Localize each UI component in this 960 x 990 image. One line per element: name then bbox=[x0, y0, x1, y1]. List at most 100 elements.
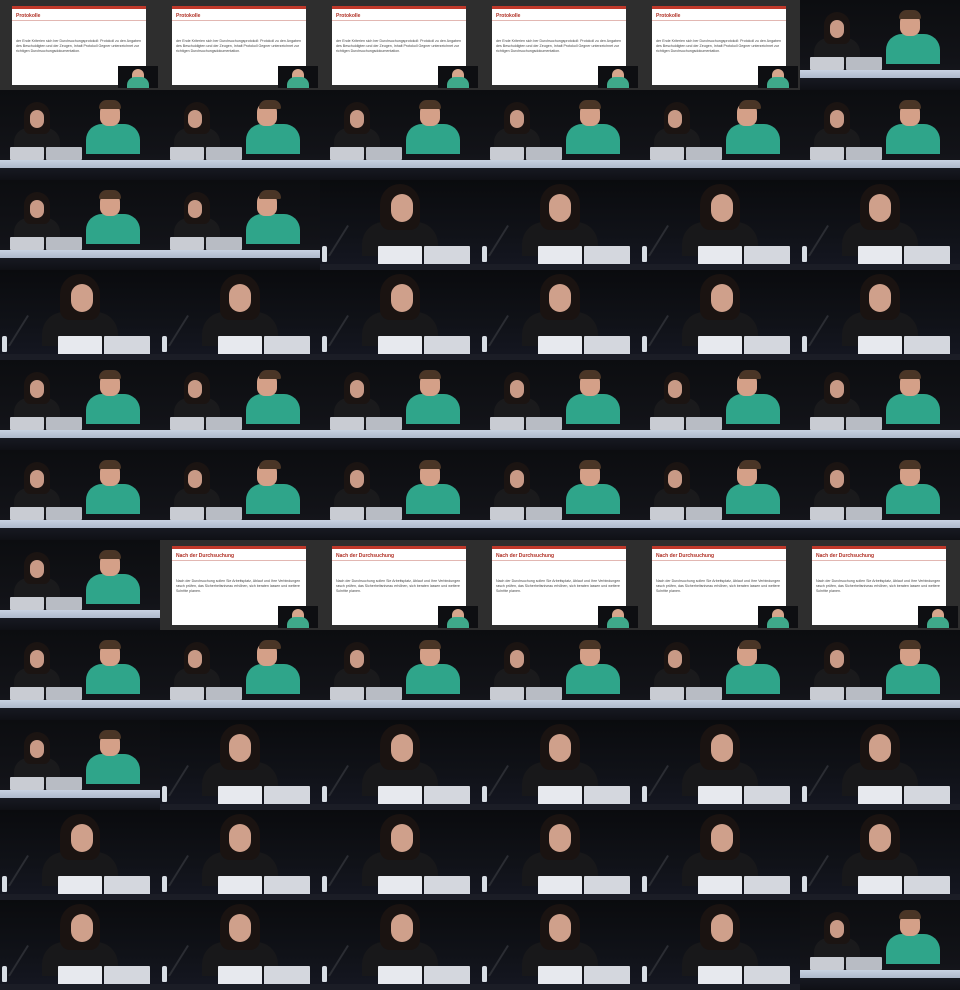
speaker-man-shirt bbox=[886, 394, 940, 424]
laptop bbox=[538, 876, 582, 896]
speaker-man-hair bbox=[259, 370, 281, 379]
microphone bbox=[328, 224, 349, 257]
laptop bbox=[58, 876, 102, 896]
laptop bbox=[846, 417, 882, 430]
panel-two-speakers-frame bbox=[160, 630, 320, 720]
solo-speaker-frame bbox=[320, 270, 480, 360]
water-bottle bbox=[322, 246, 327, 262]
laptop bbox=[904, 336, 950, 356]
speaker-man-shirt bbox=[406, 484, 460, 514]
speaker-woman-face bbox=[188, 380, 202, 398]
laptop bbox=[744, 966, 790, 986]
desk bbox=[160, 700, 320, 720]
laptop bbox=[206, 237, 242, 250]
desk bbox=[800, 70, 960, 90]
laptop bbox=[46, 237, 82, 250]
microphone bbox=[808, 854, 829, 887]
laptop bbox=[264, 966, 310, 986]
speaker-woman-face bbox=[668, 650, 682, 668]
desk bbox=[0, 700, 160, 720]
slide-title: Nach der Durchsuchung bbox=[656, 553, 715, 559]
solo-speaker-frame bbox=[640, 810, 800, 900]
desk bbox=[640, 984, 800, 990]
desk bbox=[640, 430, 800, 450]
picture-in-picture-camera bbox=[438, 66, 478, 88]
picture-in-picture-camera bbox=[278, 66, 318, 88]
solo-speaker-frame bbox=[480, 810, 640, 900]
speaker-woman-face bbox=[830, 110, 844, 128]
laptop bbox=[46, 687, 82, 700]
desk bbox=[160, 984, 320, 990]
solo-speaker-frame bbox=[0, 900, 160, 990]
speaker-face bbox=[711, 194, 733, 222]
speaker-man-shirt bbox=[406, 394, 460, 424]
speaker-man-hair bbox=[419, 370, 441, 379]
desk bbox=[160, 430, 320, 450]
desk bbox=[320, 700, 480, 720]
speaker-man-hair bbox=[99, 100, 121, 109]
speaker-man-shirt bbox=[886, 124, 940, 154]
panel-two-speakers-frame bbox=[480, 630, 640, 720]
speaker-face bbox=[711, 284, 733, 312]
water-bottle bbox=[322, 336, 327, 352]
picture-in-picture-camera bbox=[918, 606, 958, 628]
speaker-man-hair bbox=[99, 640, 121, 649]
water-bottle bbox=[482, 336, 487, 352]
water-bottle bbox=[322, 966, 327, 982]
desk bbox=[0, 984, 160, 990]
panel-two-speakers-frame bbox=[160, 180, 320, 270]
mini-speaker-shirt bbox=[127, 77, 149, 88]
microphone bbox=[488, 764, 509, 797]
mini-speaker-shirt bbox=[447, 617, 469, 628]
laptop bbox=[904, 876, 950, 896]
solo-speaker-frame bbox=[480, 720, 640, 810]
picture-in-picture-camera bbox=[118, 66, 158, 88]
slide-title: Nach der Durchsuchung bbox=[176, 553, 235, 559]
laptop bbox=[264, 336, 310, 356]
slide-rule bbox=[332, 560, 466, 561]
laptop bbox=[846, 57, 882, 70]
panel-two-speakers-frame bbox=[160, 360, 320, 450]
speaker-woman-face bbox=[30, 380, 44, 398]
slide-body: Nach der Durchsuchung sollen Sie Arbeits… bbox=[496, 579, 621, 593]
slide-frame: Nach der Durchsuchung Nach der Durchsuch… bbox=[320, 540, 480, 630]
laptop bbox=[378, 336, 422, 356]
slide-frame: Protokolle der Ende Kriterien sich ber D… bbox=[160, 0, 320, 90]
speaker-man-hair bbox=[99, 730, 121, 739]
speaker-man-hair bbox=[899, 640, 921, 649]
microphone bbox=[648, 314, 669, 347]
speaker-man-shirt bbox=[86, 124, 140, 154]
microphone bbox=[648, 944, 669, 977]
solo-speaker-frame bbox=[800, 810, 960, 900]
laptop bbox=[858, 786, 902, 806]
speaker-man-shirt bbox=[726, 664, 780, 694]
slide-title: Protokolle bbox=[16, 13, 41, 19]
solo-speaker-frame bbox=[320, 810, 480, 900]
picture-in-picture-camera bbox=[598, 66, 638, 88]
laptop bbox=[698, 786, 742, 806]
laptop bbox=[698, 336, 742, 356]
speaker-woman-face bbox=[830, 650, 844, 668]
speaker-man-hair bbox=[259, 460, 281, 469]
speaker-man-shirt bbox=[406, 664, 460, 694]
solo-speaker-frame bbox=[160, 270, 320, 360]
water-bottle bbox=[162, 786, 167, 802]
desk bbox=[0, 250, 160, 270]
speaker-man-hair bbox=[739, 100, 761, 109]
speaker-man-shirt bbox=[886, 664, 940, 694]
laptop bbox=[218, 966, 262, 986]
laptop bbox=[686, 147, 722, 160]
speaker-woman-face bbox=[830, 20, 844, 38]
microphone bbox=[328, 764, 349, 797]
water-bottle bbox=[642, 876, 647, 892]
laptop bbox=[58, 966, 102, 986]
speaker-man-hair bbox=[739, 460, 761, 469]
microphone bbox=[488, 224, 509, 257]
microphone bbox=[168, 764, 189, 797]
laptop bbox=[378, 876, 422, 896]
speaker-man-shirt bbox=[246, 484, 300, 514]
speaker-woman-face bbox=[30, 560, 44, 578]
panel-two-speakers-frame bbox=[480, 90, 640, 180]
laptop bbox=[538, 336, 582, 356]
slide-rule bbox=[652, 20, 786, 21]
